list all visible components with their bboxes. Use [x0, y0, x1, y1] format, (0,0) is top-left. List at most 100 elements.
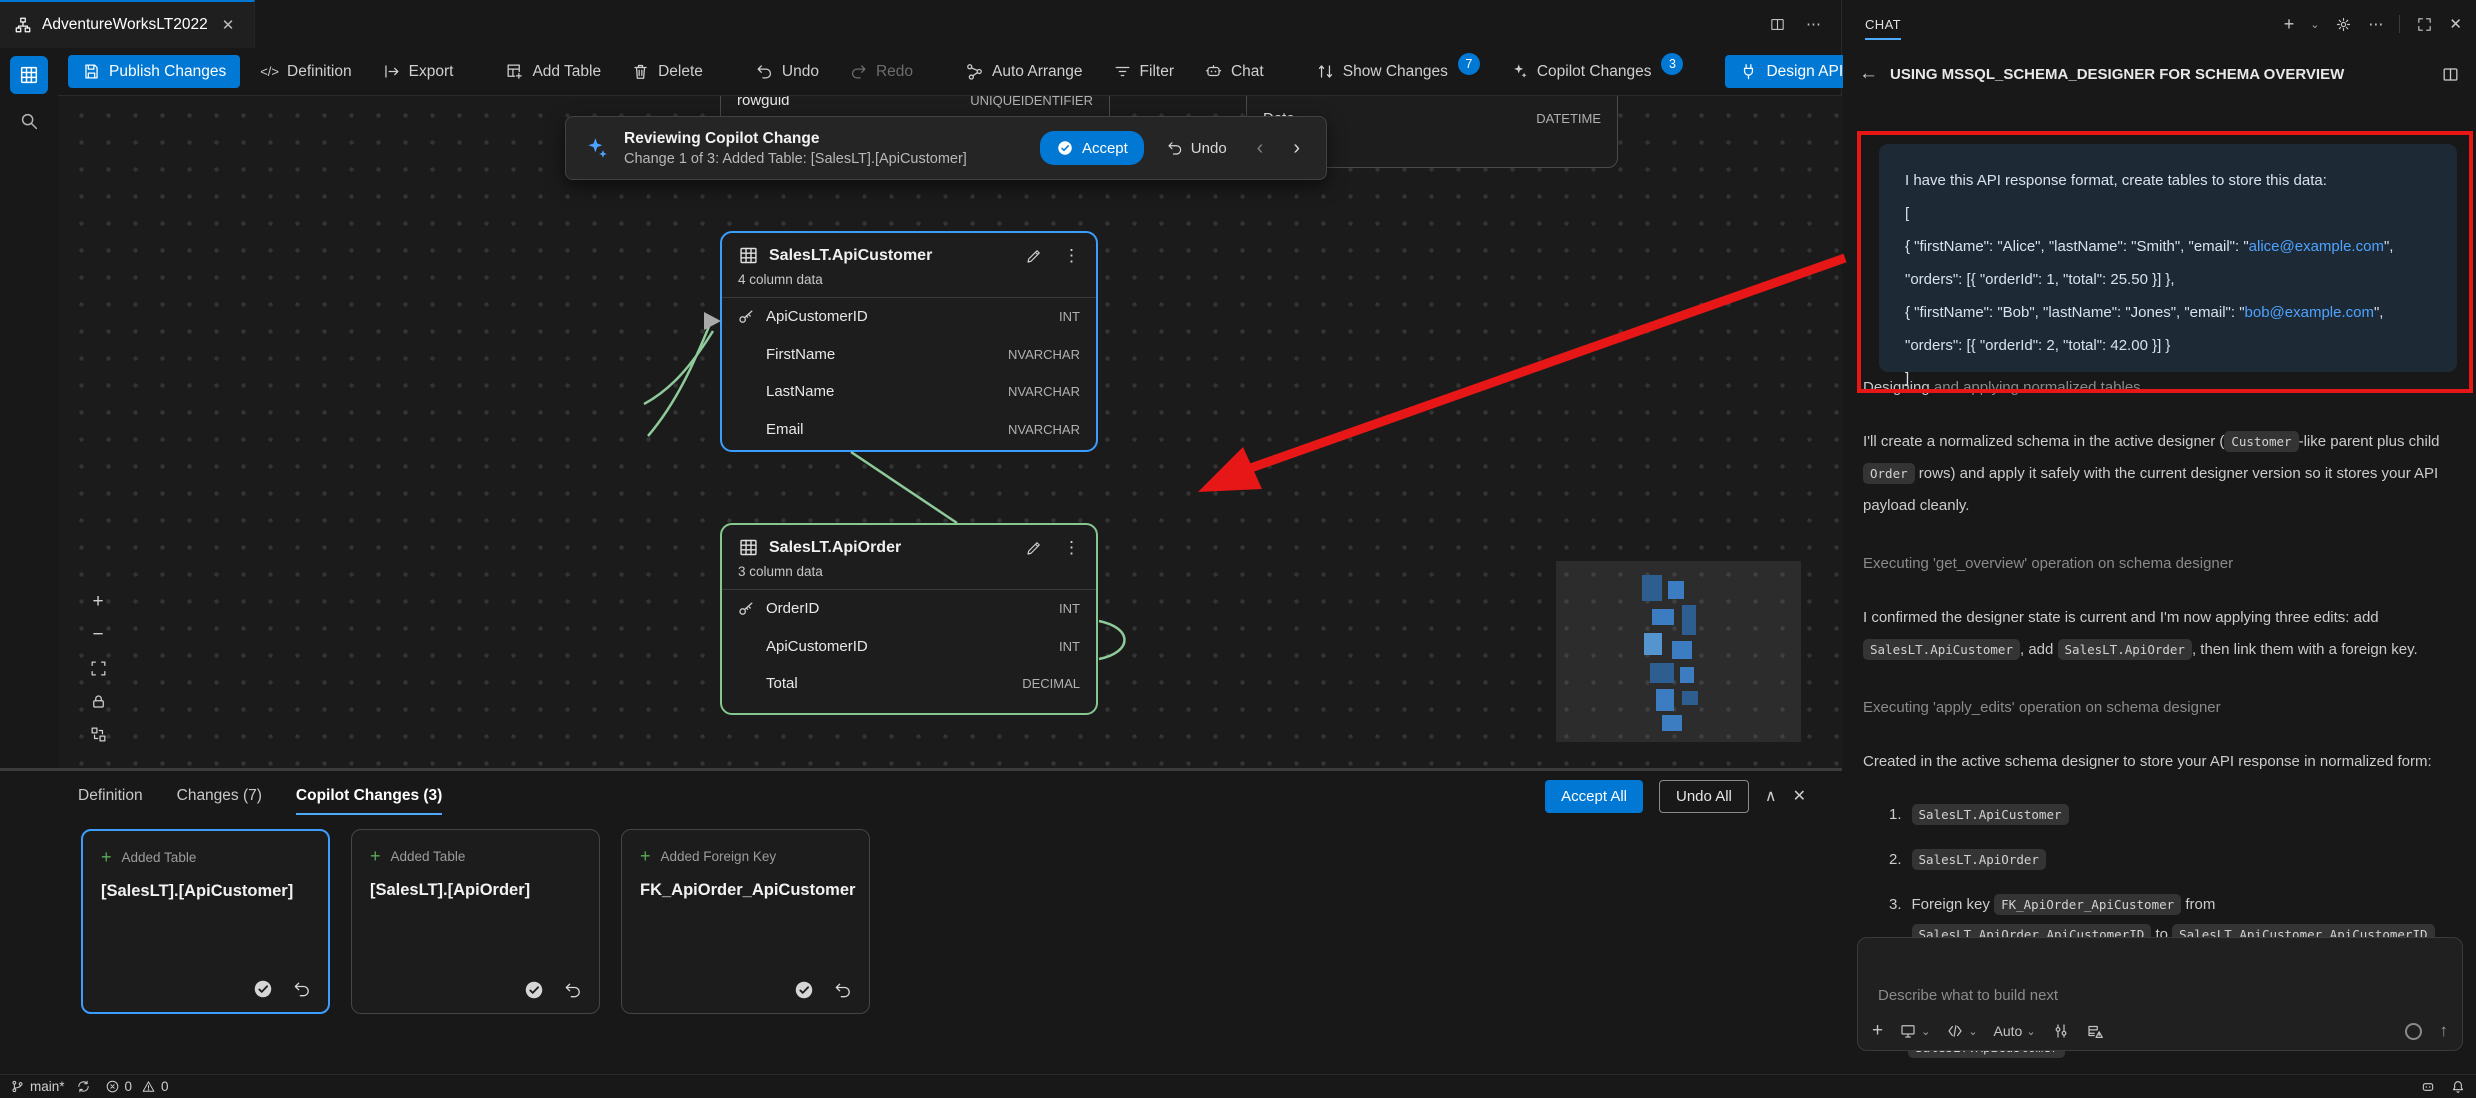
export-button[interactable]: Export	[372, 55, 464, 88]
monitor-icon	[1899, 1022, 1917, 1040]
undo-button[interactable]: Undo	[745, 55, 829, 88]
open-in-editor-icon[interactable]	[2441, 65, 2460, 84]
chat-panel-title[interactable]: CHAT	[1865, 11, 1901, 38]
primary-key-icon	[736, 307, 756, 327]
zoom-out-button[interactable]: −	[86, 623, 110, 647]
bell-icon[interactable]	[2450, 1079, 2466, 1095]
editor-area: AdventureWorksLT2022 ✕ ⋯ Publish Changes…	[0, 0, 1842, 1074]
copilot-changes-badge: 3	[1661, 53, 1683, 75]
gear-icon[interactable]	[2335, 16, 2352, 33]
definition-button[interactable]: </> Definition	[250, 56, 361, 88]
panel-close-icon[interactable]: ✕	[1793, 786, 1806, 806]
chat-input-box[interactable]: Describe what to build next + ⌄ ⌄ Auto	[1857, 937, 2463, 1051]
panel-collapse-icon[interactable]: ∧	[1765, 786, 1777, 806]
reviewing-copilot-change-bar: Reviewing Copilot Change Change 1 of 3: …	[565, 116, 1327, 180]
accept-change-icon[interactable]	[252, 978, 274, 1000]
filter-button[interactable]: Filter	[1103, 55, 1184, 88]
add-table-button[interactable]: Add Table	[495, 55, 611, 88]
copilot-changes-button[interactable]: Copilot Changes 3	[1500, 54, 1694, 90]
attach-context-icon[interactable]: +	[1872, 1020, 1883, 1042]
table-node-apiorder[interactable]: SalesLT.ApiOrder ⋮ 3 column data OrderID…	[720, 523, 1098, 715]
environment-picker[interactable]: ⌄	[1899, 1022, 1930, 1040]
assistant-paragraph: I confirmed the designer state is curren…	[1863, 602, 2457, 666]
lock-view-button[interactable]	[86, 689, 110, 713]
editor-more-actions-icon[interactable]: ⋯	[1806, 15, 1821, 33]
delete-button[interactable]: Delete	[621, 55, 713, 88]
auto-arrange-button[interactable]: Auto Arrange	[955, 55, 1092, 88]
tab-adventureworks[interactable]: AdventureWorksLT2022 ✕	[0, 0, 255, 48]
column-row[interactable]: ApiCustomerID INT	[722, 628, 1096, 666]
accept-change-icon[interactable]	[793, 979, 815, 1001]
change-card-foreign-key[interactable]: + Added Foreign Key FK_ApiOrder_ApiCusto…	[621, 829, 870, 1014]
rail-search-button[interactable]	[10, 102, 48, 140]
copilot-chat-panel: CHAT + ⌄ ⋯ ✕ ← USING MSSQL_SCHEMA_DESIGN…	[1843, 0, 2476, 1074]
added-plus-icon: +	[101, 847, 112, 868]
progress-line[interactable]: Designing and applying normalized tables	[1863, 372, 2457, 404]
undo-change-button[interactable]: Undo	[1158, 133, 1235, 163]
column-row[interactable]: LastName NVARCHAR	[722, 373, 1096, 411]
tab-close-icon[interactable]: ✕	[218, 14, 239, 36]
message-line: I have this API response format, create …	[1905, 164, 2431, 197]
database-warning-icon[interactable]	[2086, 1022, 2104, 1040]
git-branch-item[interactable]: main*	[10, 1079, 91, 1094]
accept-all-button[interactable]: Accept All	[1545, 780, 1643, 813]
accept-change-button[interactable]: Accept	[1040, 131, 1144, 165]
table-more-icon[interactable]: ⋮	[1063, 539, 1080, 556]
column-row[interactable]: FirstName NVARCHAR	[722, 336, 1096, 374]
tools-sliders-icon[interactable]	[2052, 1022, 2070, 1040]
tab-title: AdventureWorksLT2022	[42, 16, 208, 34]
tool-step: Executing 'apply_edits' operation on sch…	[1863, 692, 2457, 724]
accept-change-icon[interactable]	[523, 979, 545, 1001]
undo-change-icon[interactable]	[292, 979, 312, 999]
chat-more-icon[interactable]: ⋯	[2368, 15, 2383, 33]
table-node-apicustomer[interactable]: SalesLT.ApiCustomer ⋮ 4 column data ApiC…	[720, 231, 1098, 452]
split-editor-icon[interactable]	[1769, 16, 1786, 33]
chat-button[interactable]: Chat	[1194, 55, 1274, 88]
mode-picker[interactable]: ⌄	[1946, 1022, 1977, 1040]
divider	[2399, 15, 2400, 33]
designer-left-rail	[0, 48, 58, 768]
schema-canvas[interactable]: rowguid UNIQUEIDENTIFIER rowguid Date DA…	[58, 96, 1842, 768]
rail-tables-button[interactable]	[10, 56, 48, 94]
redo-button[interactable]: Redo	[839, 55, 923, 88]
previous-change-icon[interactable]: ‹	[1249, 137, 1272, 160]
table-more-icon[interactable]: ⋮	[1063, 247, 1080, 264]
sync-icon[interactable]	[76, 1079, 91, 1094]
fit-view-button[interactable]	[86, 656, 110, 680]
undo-change-icon[interactable]	[563, 980, 583, 1000]
next-change-icon[interactable]: ›	[1285, 137, 1308, 160]
back-icon[interactable]: ←	[1859, 63, 1878, 85]
column-row[interactable]: Email NVARCHAR	[722, 411, 1096, 449]
tab-definition[interactable]: Definition	[78, 781, 143, 811]
tab-copilot-changes[interactable]: Copilot Changes (3)	[296, 781, 442, 811]
search-icon	[18, 110, 40, 132]
column-row[interactable]: OrderID INT	[722, 590, 1096, 628]
show-changes-button[interactable]: Show Changes 7	[1306, 54, 1490, 90]
undo-change-icon[interactable]	[833, 980, 853, 1000]
save-icon	[82, 62, 101, 81]
add-table-icon	[505, 62, 524, 81]
send-button[interactable]: ↑	[2440, 1021, 2449, 1041]
undo-all-button[interactable]: Undo All	[1659, 780, 1749, 813]
model-picker[interactable]: Auto ⌄	[1994, 1023, 2036, 1039]
problems-item[interactable]: 0 0	[105, 1079, 169, 1094]
publish-changes-button[interactable]: Publish Changes	[68, 55, 240, 88]
column-row[interactable]: ApiCustomerID INT	[722, 298, 1096, 336]
relayout-button[interactable]	[86, 722, 110, 746]
close-panel-icon[interactable]: ✕	[2449, 15, 2462, 33]
edit-pencil-icon[interactable]	[1025, 539, 1043, 557]
new-chat-icon[interactable]: +	[2284, 14, 2295, 35]
expand-panel-icon[interactable]	[2416, 16, 2433, 33]
column-row[interactable]: Total DECIMAL	[722, 665, 1096, 703]
column-name: rowguid	[737, 96, 790, 109]
change-card-apiorder[interactable]: + Added Table [SalesLT].[ApiOrder]	[351, 829, 600, 1014]
tab-changes[interactable]: Changes (7)	[177, 781, 262, 811]
edit-pencil-icon[interactable]	[1025, 247, 1043, 265]
design-api-button[interactable]: Design API	[1725, 55, 1857, 88]
canvas-minimap[interactable]	[1556, 561, 1801, 742]
change-card-apicustomer[interactable]: + Added Table [SalesLT].[ApiCustomer]	[81, 829, 330, 1014]
zoom-in-button[interactable]: +	[86, 590, 110, 614]
new-chat-dropdown-icon[interactable]: ⌄	[2310, 18, 2319, 31]
copilot-status-icon[interactable]	[2420, 1079, 2436, 1095]
minimap-node	[1644, 633, 1662, 655]
